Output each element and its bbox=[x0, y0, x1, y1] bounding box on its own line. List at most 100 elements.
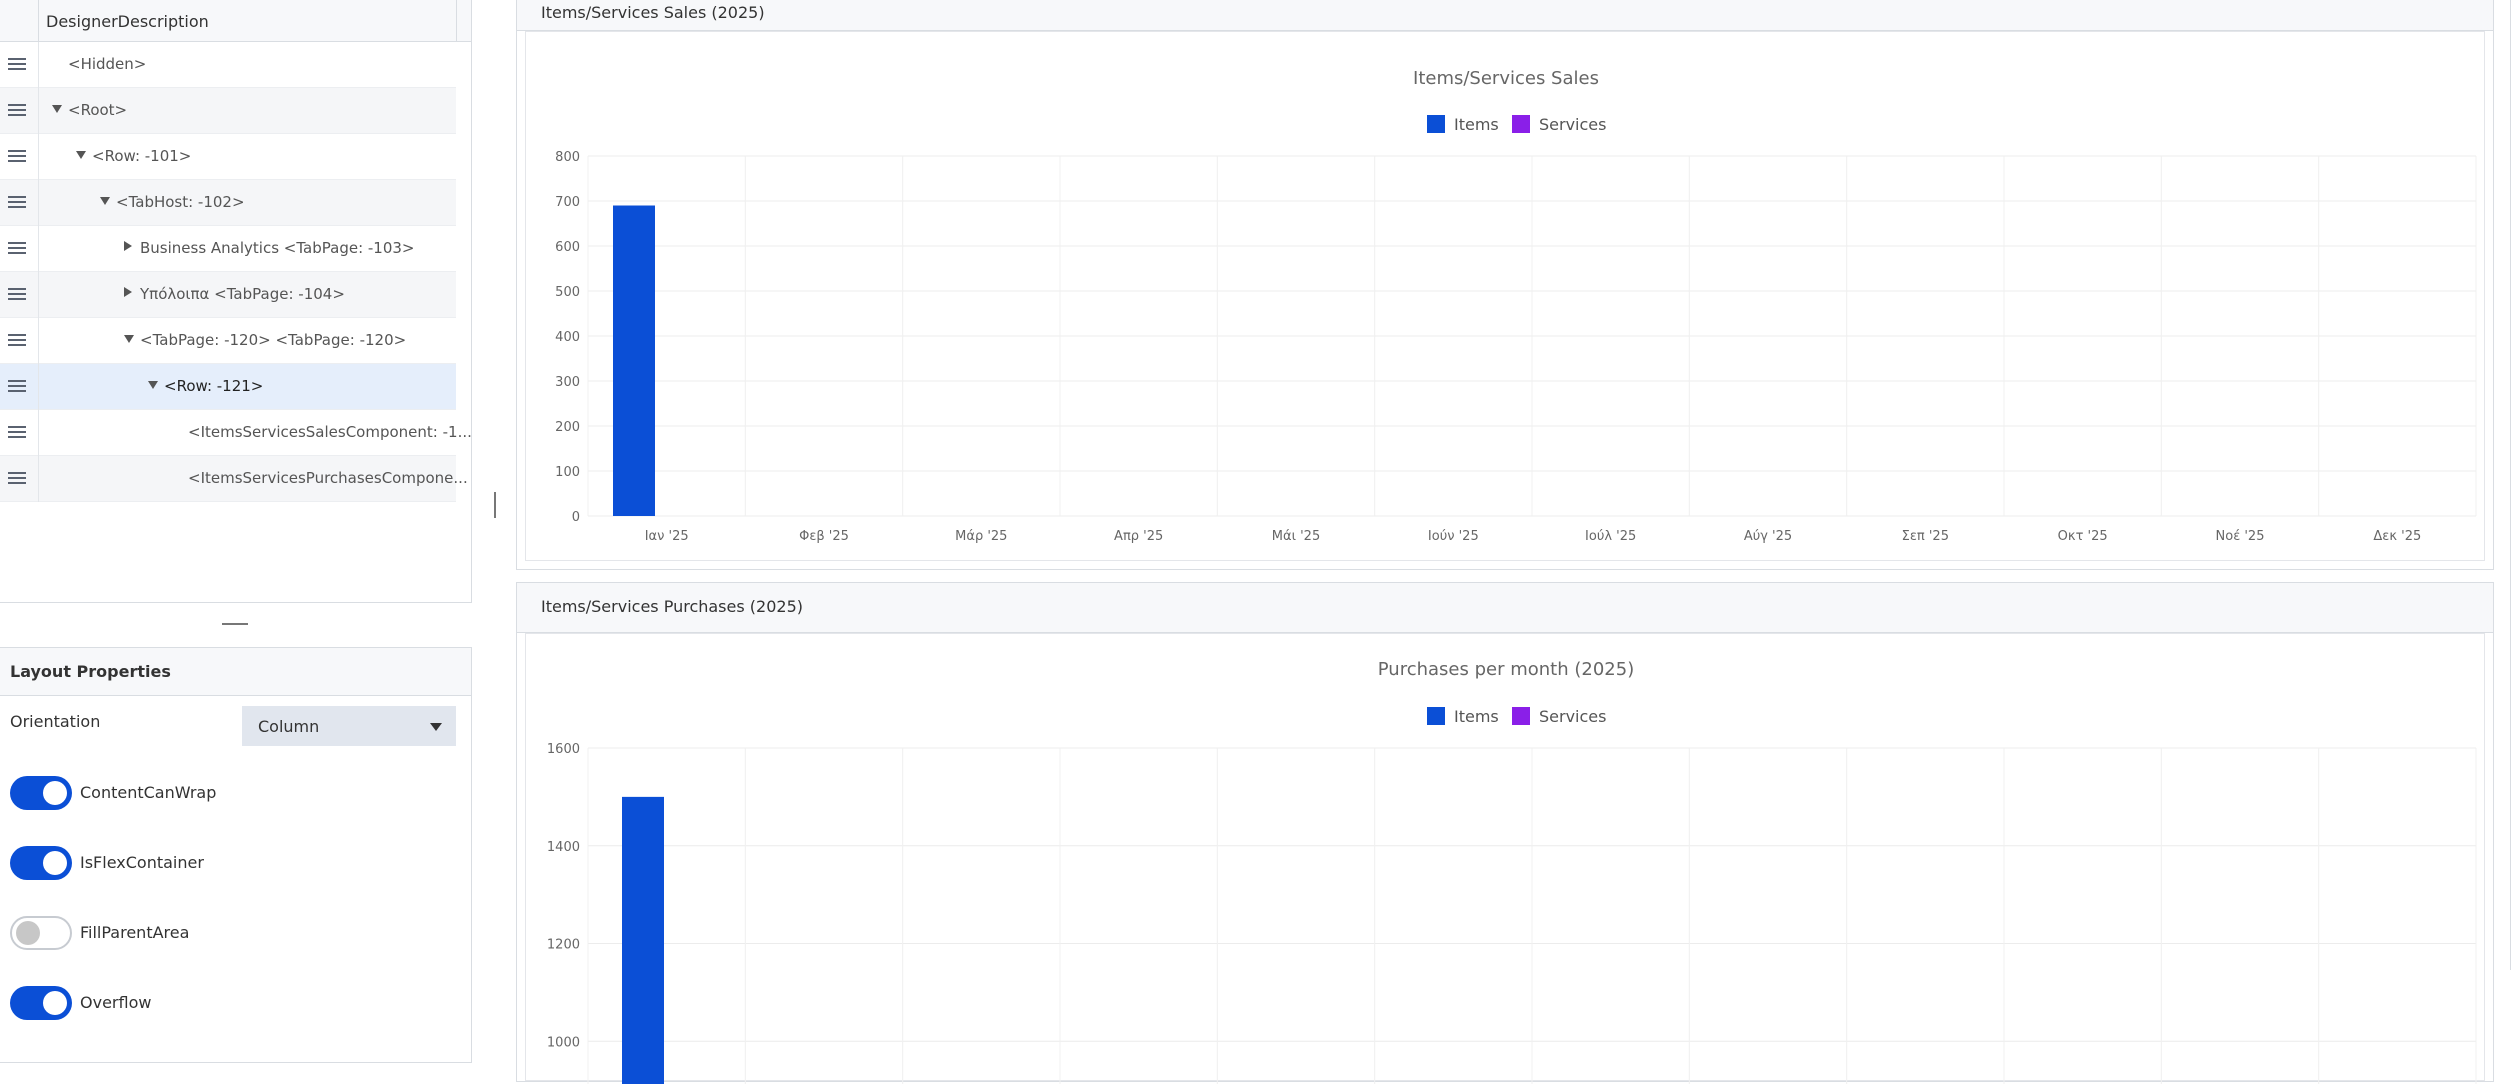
layout-properties-title: Layout Properties bbox=[0, 648, 471, 696]
tree-row[interactable]: <ItemsServicesSalesComponent: -1... bbox=[0, 410, 471, 456]
toggle-knob bbox=[43, 991, 67, 1015]
caret-down-icon[interactable] bbox=[124, 335, 134, 343]
toggle-label: IsFlexContainer bbox=[80, 853, 204, 872]
y-tick-label: 1200 bbox=[547, 938, 580, 953]
y-tick-label: 1000 bbox=[547, 1035, 580, 1050]
toggle-knob bbox=[43, 781, 67, 805]
chart-container: Purchases per month (2025) Items Services 1… bbox=[525, 633, 2485, 1088]
tree-row[interactable]: Business Analytics <TabPage: -103> bbox=[0, 226, 456, 272]
column-separator bbox=[456, 0, 457, 42]
vertical-splitter-handle[interactable] bbox=[494, 492, 496, 518]
legend-label: Items bbox=[1454, 115, 1499, 134]
y-tick-label: 1400 bbox=[547, 840, 580, 855]
x-tick-label: Ιούν '25 bbox=[1428, 529, 1479, 544]
legend-swatch bbox=[1512, 707, 1530, 725]
drag-handle-icon[interactable] bbox=[8, 380, 26, 393]
column-separator bbox=[38, 0, 39, 42]
drag-handle-icon[interactable] bbox=[8, 288, 26, 301]
y-tick-label: 100 bbox=[555, 465, 580, 480]
toggle-label: Overflow bbox=[80, 993, 152, 1012]
x-tick-label: Ιούλ '25 bbox=[1585, 529, 1636, 544]
tree-row-label: <ItemsServicesPurchasesCompone... bbox=[188, 469, 468, 487]
x-tick-label: Σεπ '25 bbox=[1902, 529, 1949, 544]
caret-right-icon[interactable] bbox=[124, 241, 132, 251]
orientation-value: Column bbox=[258, 717, 320, 736]
cell-separator bbox=[38, 226, 39, 272]
drag-handle-icon[interactable] bbox=[8, 242, 26, 255]
orientation-label: Orientation bbox=[10, 712, 101, 731]
bar-items bbox=[622, 796, 664, 1088]
tree-row[interactable]: <TabPage: -120> <TabPage: -120> bbox=[0, 318, 456, 364]
drag-handle-icon[interactable] bbox=[8, 334, 26, 347]
legend-swatch bbox=[1512, 115, 1530, 133]
drag-handle-icon[interactable] bbox=[8, 104, 26, 117]
cell-separator bbox=[38, 88, 39, 134]
card-header: Items/Services Sales (2025) bbox=[517, 0, 2493, 31]
legend-entry: Items bbox=[1427, 707, 1499, 726]
tree-row[interactable]: <ItemsServicesPurchasesCompone... bbox=[0, 456, 468, 502]
y-tick-label: 800 bbox=[555, 150, 580, 165]
toggle-switch[interactable] bbox=[10, 846, 72, 880]
y-tick-label: 0 bbox=[572, 510, 580, 525]
drag-handle-icon[interactable] bbox=[8, 426, 26, 439]
cell-separator bbox=[38, 456, 39, 502]
tree-column-title: DesignerDescription bbox=[46, 12, 209, 31]
component-tree-panel: DesignerDescription <Hidden> <Root> <Row: … bbox=[0, 0, 472, 603]
tree-row[interactable]: <Hidden> bbox=[0, 42, 456, 88]
tree-row-label: <TabHost: -102> bbox=[116, 193, 245, 211]
tree-row[interactable]: <TabHost: -102> bbox=[0, 180, 456, 226]
cell-separator bbox=[38, 134, 39, 180]
toggle-knob bbox=[16, 921, 40, 945]
chart-container: Items/Services Sales Items Services 0 100 200… bbox=[525, 31, 2485, 561]
cell-separator bbox=[38, 42, 39, 88]
drag-handle-icon[interactable] bbox=[8, 196, 26, 209]
tree-row[interactable]: <Root> bbox=[0, 88, 456, 134]
card-title: Items/Services Purchases (2025) bbox=[541, 597, 803, 616]
x-tick-label: Μάι '25 bbox=[1272, 529, 1320, 544]
drag-handle-icon[interactable] bbox=[8, 150, 26, 163]
caret-down-icon[interactable] bbox=[100, 197, 110, 205]
caret-down-icon[interactable] bbox=[52, 105, 62, 113]
toggle-knob bbox=[43, 851, 67, 875]
toggle-switch[interactable] bbox=[10, 986, 72, 1020]
y-tick-label: 200 bbox=[555, 420, 580, 435]
caret-right-icon[interactable] bbox=[124, 287, 132, 297]
toggle-label: ContentCanWrap bbox=[80, 783, 217, 802]
tree-row-label: <TabPage: -120> <TabPage: -120> bbox=[140, 331, 407, 349]
x-tick-label: Δεκ '25 bbox=[2373, 529, 2421, 544]
x-tick-label: Απρ '25 bbox=[1114, 529, 1163, 544]
x-tick-label: Νοέ '25 bbox=[2216, 529, 2265, 544]
x-tick-label: Οκτ '25 bbox=[2058, 529, 2108, 544]
y-tick-label: 300 bbox=[555, 375, 580, 390]
chevron-down-icon bbox=[430, 723, 442, 731]
tree-row[interactable]: <Row: -121> bbox=[0, 364, 456, 410]
tree-row[interactable]: <Row: -101> bbox=[0, 134, 456, 180]
caret-down-icon[interactable] bbox=[76, 151, 86, 159]
page-scrollbar[interactable] bbox=[2510, 0, 2511, 970]
drag-handle-icon[interactable] bbox=[8, 472, 26, 485]
legend-entry: Services bbox=[1512, 115, 1606, 134]
tree-header: DesignerDescription bbox=[0, 0, 471, 42]
cell-separator bbox=[38, 410, 39, 456]
tree-row-label: <ItemsServicesSalesComponent: -1... bbox=[188, 423, 472, 441]
toggle-label: FillParentArea bbox=[80, 923, 190, 942]
horizontal-splitter-handle[interactable] bbox=[222, 623, 248, 625]
tree-row-label: <Hidden> bbox=[68, 55, 147, 73]
toggle-switch[interactable] bbox=[10, 776, 72, 810]
tree-row-label: <Row: -101> bbox=[92, 147, 192, 165]
cell-separator bbox=[38, 318, 39, 364]
cell-separator bbox=[38, 364, 39, 410]
layout-properties-panel: Layout Properties Orientation Column Con… bbox=[0, 647, 472, 1063]
sales-bar-chart: Items/Services Sales Items Services 0 100 200… bbox=[555, 68, 2477, 544]
bar-items bbox=[613, 205, 655, 516]
x-tick-label: Ιαν '25 bbox=[645, 529, 689, 544]
legend-label: Services bbox=[1539, 115, 1606, 134]
y-tick-label: 700 bbox=[555, 195, 580, 210]
caret-down-icon[interactable] bbox=[148, 381, 158, 389]
orientation-dropdown[interactable]: Column bbox=[242, 706, 456, 746]
tree-row-label: Υπόλοιπα <TabPage: -104> bbox=[140, 285, 345, 303]
toggle-switch[interactable] bbox=[10, 916, 72, 950]
drag-handle-icon[interactable] bbox=[8, 58, 26, 71]
tree-row[interactable]: Υπόλοιπα <TabPage: -104> bbox=[0, 272, 456, 318]
chart-title: Purchases per month (2025) bbox=[1378, 659, 1634, 680]
